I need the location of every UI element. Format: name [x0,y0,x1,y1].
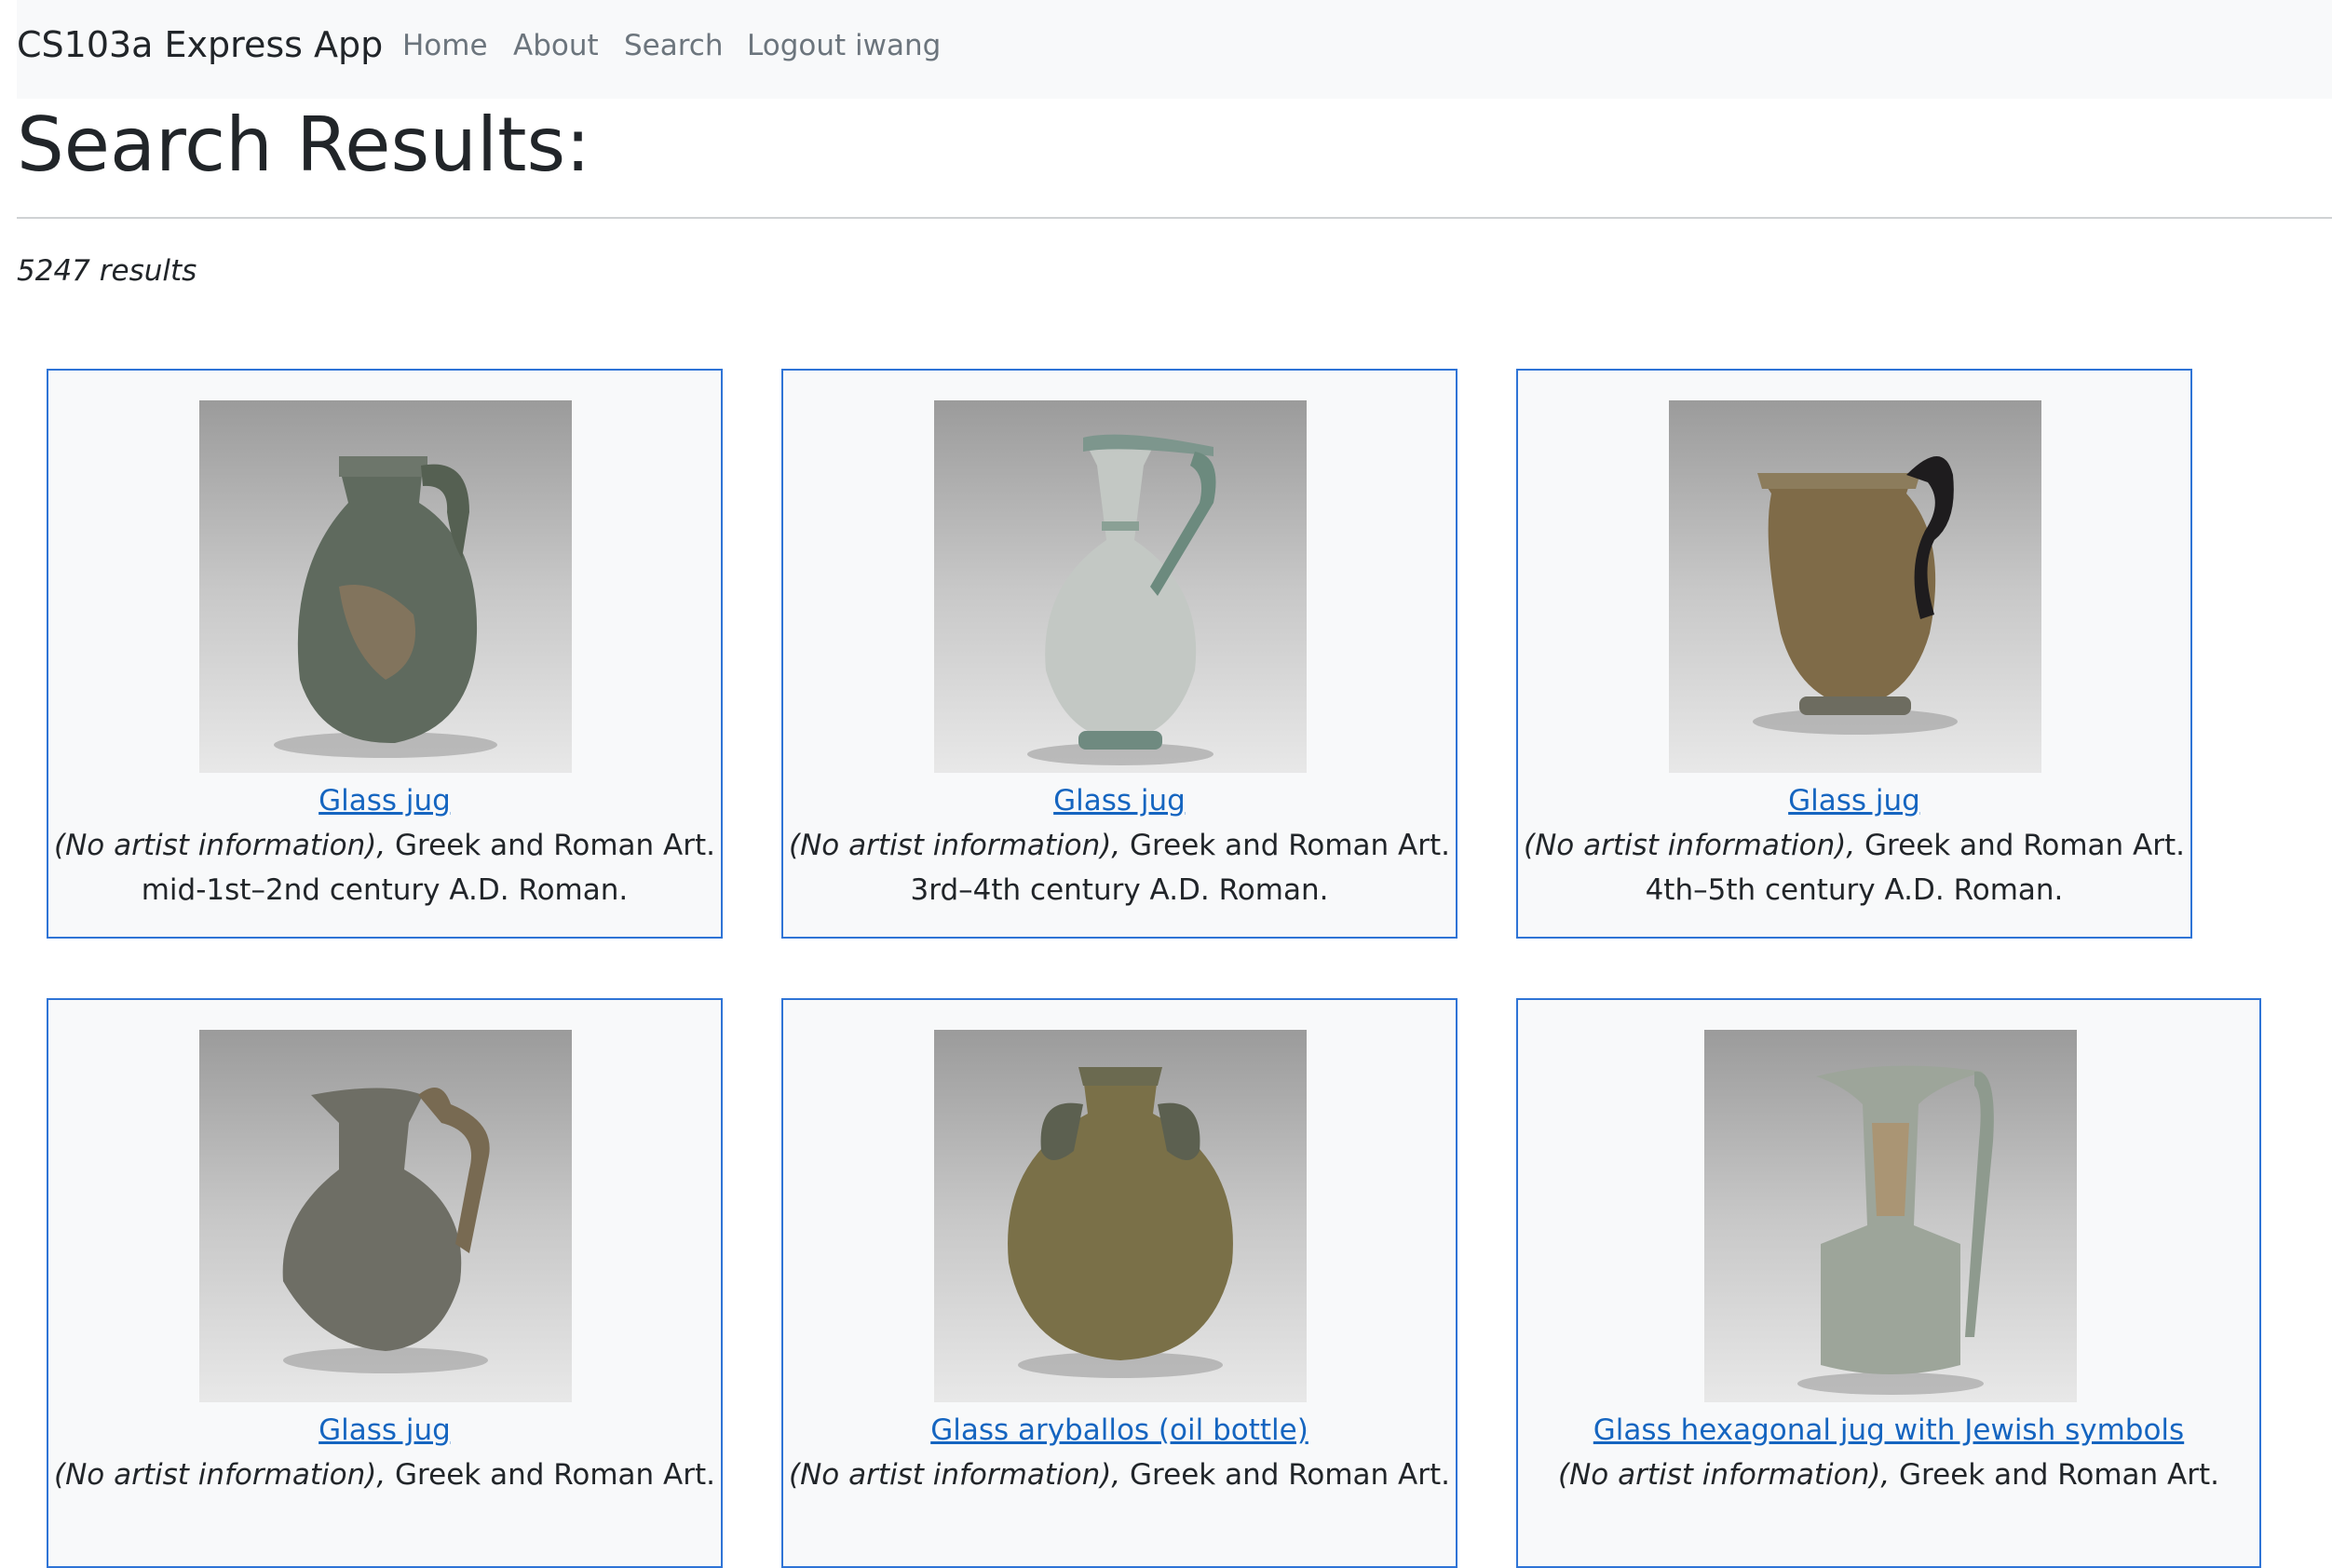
department: Greek and Roman Art. [395,829,716,862]
navbar-brand[interactable]: CS103a Express App [17,24,383,65]
result-title-link[interactable]: Glass jug [1053,784,1186,818]
artist-info: (No artist information), [788,829,1121,862]
result-card: Glass jug (No artist information), Greek… [1516,369,2192,939]
navbar: CS103a Express App Home About Search Log… [17,0,2332,99]
artwork-image[interactable] [934,1030,1307,1402]
date-culture: mid-1st–2nd century A.D. Roman. [141,873,629,907]
artist-info: (No artist information), [1557,1458,1891,1492]
artwork-image[interactable] [934,400,1307,773]
result-caption: Glass jug (No artist information), Greek… [48,1408,721,1497]
result-caption: Glass jug (No artist information), Greek… [783,778,1456,912]
artwork-image[interactable] [199,1030,572,1402]
nav-link-search[interactable]: Search [624,29,724,62]
artwork-image[interactable] [199,400,572,773]
result-card: Glass jug (No artist information), Greek… [47,998,723,1568]
artist-info: (No artist information), [788,1458,1121,1492]
result-title-link[interactable]: Glass aryballos (oil bottle) [930,1413,1308,1447]
result-title-link[interactable]: Glass jug [319,1413,451,1447]
result-caption: Glass aryballos (oil bottle) (No artist … [783,1408,1456,1497]
department: Greek and Roman Art. [395,1458,716,1492]
department: Greek and Roman Art. [1864,829,2186,862]
date-culture: 4th–5th century A.D. Roman. [1645,873,2064,907]
artist-info: (No artist information), [1523,829,1856,862]
result-title-link[interactable]: Glass jug [319,784,451,818]
department: Greek and Roman Art. [1899,1458,2220,1492]
result-title-link[interactable]: Glass hexagonal jug with Jewish symbols [1593,1413,2184,1447]
artist-info: (No artist information), [53,829,386,862]
department: Greek and Roman Art. [1130,829,1451,862]
result-caption: Glass hexagonal jug with Jewish symbols … [1518,1408,2259,1497]
nav-link-about[interactable]: About [513,29,599,62]
department: Greek and Roman Art. [1130,1458,1451,1492]
result-caption: Glass jug (No artist information), Greek… [48,778,721,912]
nav-link-logout[interactable]: Logout iwang [747,29,941,62]
date-culture: 3rd–4th century A.D. Roman. [910,873,1329,907]
divider [17,217,2332,219]
artist-info: (No artist information), [53,1458,386,1492]
result-title-link[interactable]: Glass jug [1788,784,1920,818]
result-card: Glass aryballos (oil bottle) (No artist … [781,998,1458,1568]
nav-link-home[interactable]: Home [402,29,488,62]
result-card: Glass hexagonal jug with Jewish symbols … [1516,998,2261,1568]
artwork-image[interactable] [1669,400,2041,773]
page-title: Search Results: [17,101,591,188]
result-card: Glass jug (No artist information), Greek… [781,369,1458,939]
result-count: 5247 results [17,254,197,288]
result-caption: Glass jug (No artist information), Greek… [1518,778,2190,912]
result-card: Glass jug (No artist information), Greek… [47,369,723,939]
artwork-image[interactable] [1704,1030,2077,1402]
